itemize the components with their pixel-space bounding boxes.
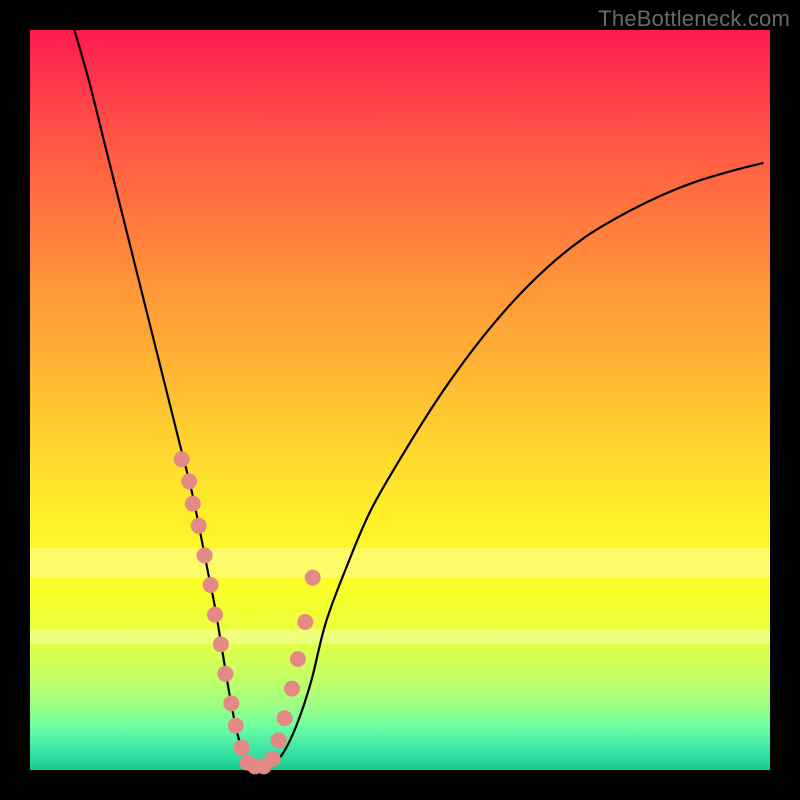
- highlight-points: [174, 451, 321, 774]
- chart-svg: [30, 30, 770, 770]
- watermark-text: TheBottleneck.com: [598, 6, 790, 32]
- highlight-point: [228, 718, 244, 734]
- highlight-point: [207, 607, 223, 623]
- highlight-point: [234, 740, 250, 756]
- highlight-point: [203, 577, 219, 593]
- highlight-point: [213, 636, 229, 652]
- highlight-point: [191, 518, 207, 534]
- highlight-point: [290, 651, 306, 667]
- highlight-point: [223, 695, 239, 711]
- highlight-point: [174, 451, 190, 467]
- chart-frame: TheBottleneck.com: [0, 0, 800, 800]
- highlight-point: [277, 710, 293, 726]
- highlight-point: [197, 547, 213, 563]
- highlight-point: [217, 666, 233, 682]
- bottleneck-curve: [74, 30, 762, 768]
- highlight-point: [305, 570, 321, 586]
- highlight-point: [284, 681, 300, 697]
- highlight-point: [185, 496, 201, 512]
- highlight-point: [297, 614, 313, 630]
- chart-plot-area: [30, 30, 770, 770]
- highlight-point: [181, 473, 197, 489]
- highlight-point: [271, 732, 287, 748]
- highlight-point: [265, 751, 281, 767]
